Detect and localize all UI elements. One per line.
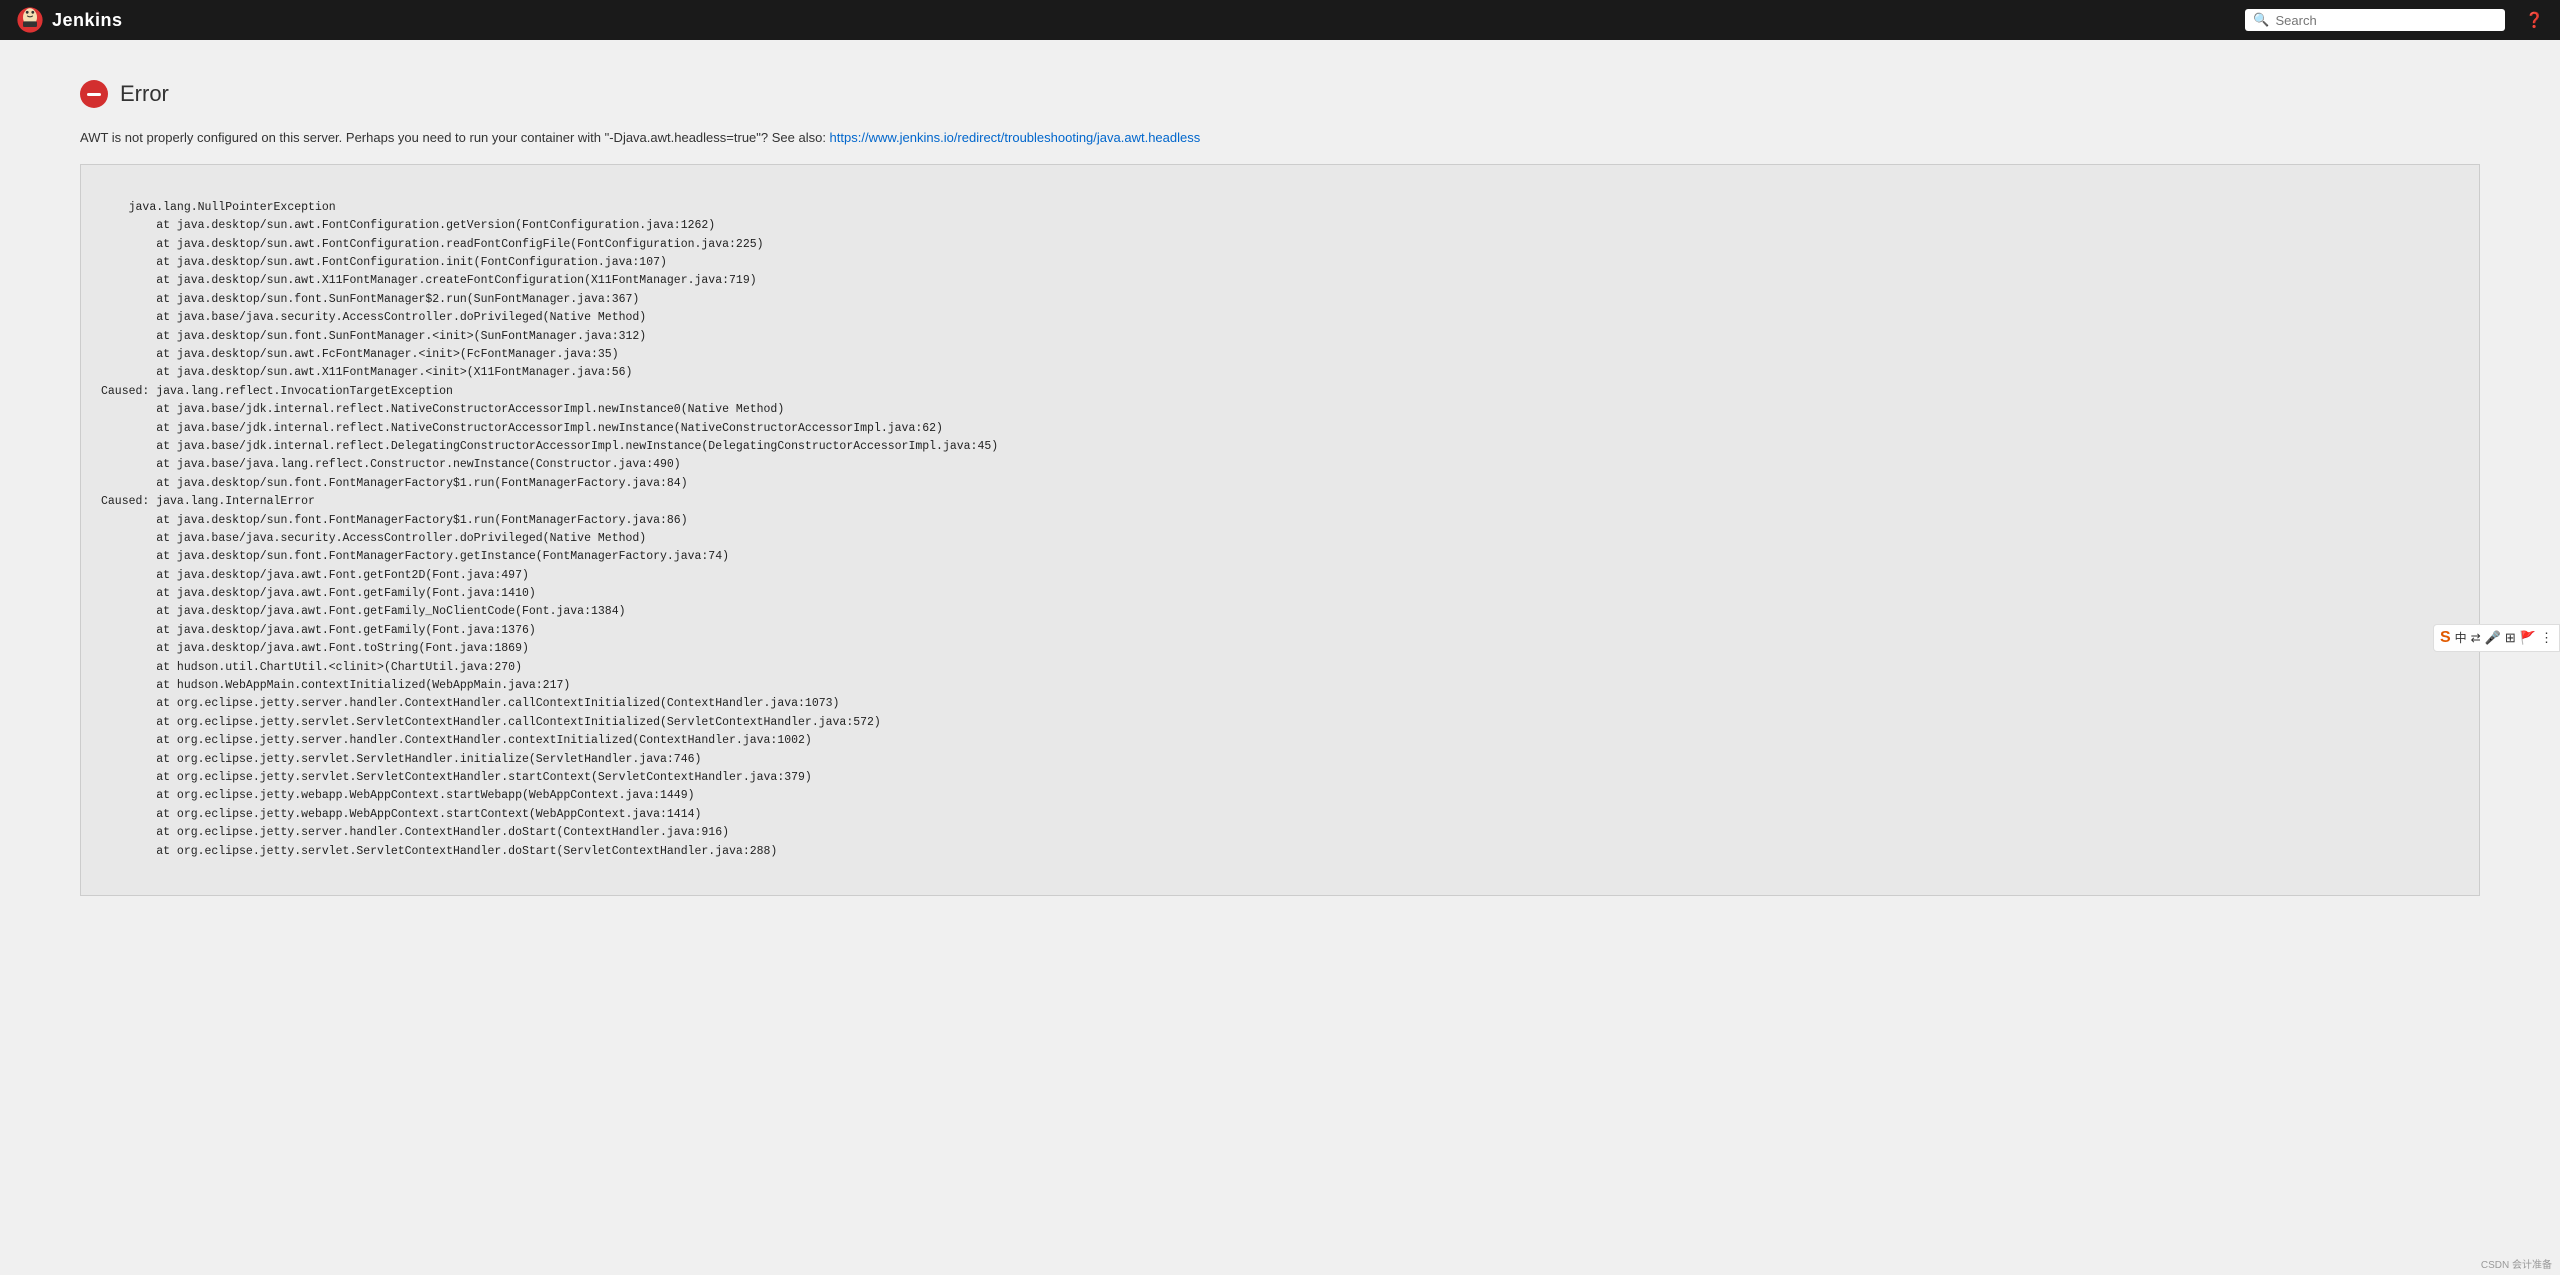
toolbar-icon-menu[interactable]: ⋮ (2540, 630, 2553, 646)
header-logo[interactable]: Jenkins (16, 6, 123, 34)
toolbar-icon-arrow[interactable]: ⇄ (2471, 631, 2481, 645)
toolbar-icon-zh[interactable]: 中 (2455, 629, 2467, 646)
stack-trace-text: java.lang.NullPointerException at java.d… (101, 201, 998, 858)
search-input[interactable] (2276, 13, 2498, 28)
toolbar-icon-flag[interactable]: 🚩 (2520, 630, 2536, 646)
right-toolbar: S 中 ⇄ 🎤 ⊞ 🚩 ⋮ (2433, 624, 2560, 652)
header: Jenkins 🔍 ❓ (0, 0, 2560, 40)
help-icon[interactable]: ❓ (2525, 11, 2544, 29)
search-box[interactable]: 🔍 (2245, 9, 2505, 31)
toolbar-icon-grid[interactable]: ⊞ (2505, 630, 2516, 646)
app-title: Jenkins (52, 10, 123, 31)
search-icon: 🔍 (2253, 12, 2269, 28)
error-header: Error (80, 80, 2480, 108)
error-title: Error (120, 81, 169, 107)
stack-trace: java.lang.NullPointerException at java.d… (80, 164, 2480, 897)
toolbar-icon-s[interactable]: S (2440, 629, 2451, 647)
watermark: CSDN 会计准备 (2481, 1256, 2552, 1271)
toolbar-icon-mic[interactable]: 🎤 (2485, 630, 2501, 646)
error-icon (80, 80, 108, 108)
jenkins-logo-icon (16, 6, 44, 34)
main-content: Error AWT is not properly configured on … (0, 40, 2560, 1275)
error-message: AWT is not properly configured on this s… (80, 128, 2480, 148)
error-link[interactable]: https://www.jenkins.io/redirect/troubles… (830, 130, 1201, 145)
